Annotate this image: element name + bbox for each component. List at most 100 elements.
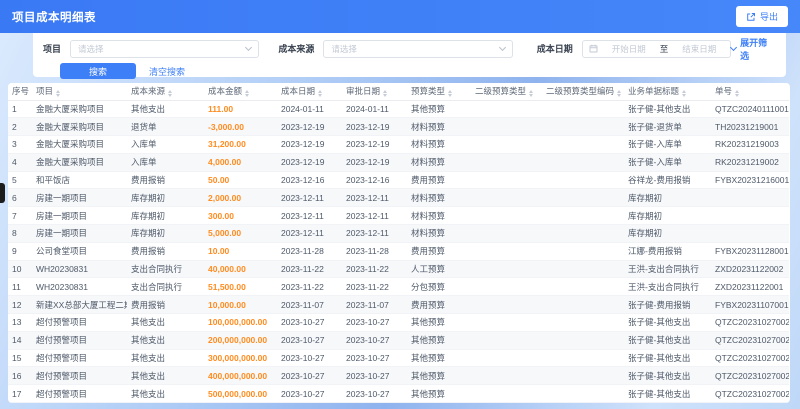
table-cell: 张子健-入库单: [624, 135, 711, 154]
table-cell: 其他预算: [407, 313, 471, 332]
table-cell: 费用报销: [127, 242, 204, 261]
sort-icon[interactable]: [682, 90, 687, 98]
column-label: 单号: [715, 86, 733, 97]
table-cell: 2023-10-27: [277, 349, 342, 368]
table-cell: 2023-12-11: [342, 206, 407, 226]
scrollbar-thumb[interactable]: [0, 183, 5, 203]
cost-source-select[interactable]: 请选择: [323, 39, 513, 58]
table-cell: QTZC20231027002: [711, 384, 789, 403]
sort-icon[interactable]: [318, 90, 323, 98]
table-cell: 5: [8, 171, 32, 190]
table-cell: 4,000.00: [204, 153, 277, 172]
table-cell: 9: [8, 242, 32, 261]
table-cell: FYBX20231216001: [711, 171, 789, 190]
column-label: 成本金额: [208, 86, 243, 97]
sort-icon[interactable]: [448, 90, 453, 98]
table-cell: 张子健-其他支出: [624, 384, 711, 403]
table-cell: [471, 153, 542, 172]
table-cell: 材料预算: [407, 206, 471, 226]
project-select[interactable]: 请选择: [70, 39, 260, 58]
table-cell: 17: [8, 384, 32, 403]
table-cell: 2023-11-22: [277, 277, 342, 297]
export-button[interactable]: 导出: [735, 6, 788, 27]
table-cell: [542, 100, 624, 119]
column-header-5: 审批日期: [342, 83, 407, 101]
table-cell: 其他支出: [127, 100, 204, 119]
table-cell: 房建一期项目: [32, 206, 127, 226]
table-row: 8 房建一期项目 库存期初 5,000.00 2023-12-11 2023-12-11 材…: [8, 224, 789, 243]
table-cell: [542, 384, 624, 403]
table-cell: 张子健-其他支出: [624, 366, 711, 386]
sort-icon[interactable]: [168, 90, 173, 98]
table-cell: 300.00: [204, 206, 277, 226]
table-cell: 2023-12-19: [277, 117, 342, 137]
table-cell: 费用报销: [127, 295, 204, 315]
table-cell: 金融大厦采购项目: [32, 135, 127, 154]
table-cell: 10,000.00: [204, 295, 277, 315]
table-cell: 2023-12-11: [277, 206, 342, 226]
date-range-separator: 至: [659, 43, 669, 54]
table-cell: [542, 171, 624, 190]
table-cell: 16: [8, 366, 32, 386]
project-filter-label: 项目: [43, 44, 62, 54]
table-cell: 2023-12-19: [342, 135, 407, 154]
clear-search-link[interactable]: 清空搜索: [149, 65, 185, 78]
sort-icon[interactable]: [735, 90, 740, 98]
sort-icon[interactable]: [56, 90, 61, 98]
chevron-down-icon: [245, 43, 253, 51]
end-date-input[interactable]: 结束日期: [674, 43, 724, 55]
table-cell: 300,000,000.00: [204, 349, 277, 368]
table-cell: 10: [8, 260, 32, 279]
table-cell: 张子健-费用报销: [624, 295, 711, 315]
table-cell: 3: [8, 135, 32, 154]
expand-filter-link[interactable]: 展开筛选: [730, 36, 776, 62]
start-date-input[interactable]: 开始日期: [604, 43, 654, 55]
table-cell: 其他支出: [127, 349, 204, 368]
column-header-9: 业务单据标题: [624, 83, 711, 101]
table-cell: [471, 260, 542, 279]
table-row: 11 WH20230831 支出合同执行 51,500.00 2023-11-22 202…: [8, 277, 789, 297]
column-label: 成本日期: [281, 86, 316, 97]
table-row: 13 超付预警项目 其他支出 100,000,000.00 2023-10-27 2023…: [8, 313, 789, 332]
table-row: 14 超付预警项目 其他支出 200,000,000.00 2023-10-27 2023…: [8, 331, 789, 350]
table-cell: 8: [8, 224, 32, 243]
search-button[interactable]: 搜索: [60, 63, 136, 79]
table-row: 16 超付预警项目 其他支出 400,000,000.00 2023-10-27 2023…: [8, 366, 789, 386]
table-cell: 111.00: [204, 100, 277, 119]
table-cell: 2023-10-27: [277, 331, 342, 350]
table-cell: 13: [8, 313, 32, 332]
table-cell: [471, 384, 542, 403]
table-cell: 支出合同执行: [127, 260, 204, 279]
table-cell: 6: [8, 188, 32, 208]
cost-date-range-picker[interactable]: 开始日期 至 结束日期: [581, 39, 732, 58]
table-cell: 1: [8, 100, 32, 119]
table-body: 1 金融大厦采购项目 其他支出 111.00 2024-01-11 2024-01-11 其…: [8, 100, 789, 403]
table-cell: 2023-12-19: [342, 153, 407, 172]
table-cell: 材料预算: [407, 153, 471, 172]
table-cell: 超付预警项目: [32, 384, 127, 403]
table-cell: ZXD20231122002: [711, 260, 789, 279]
table-cell: 超付预警项目: [32, 331, 127, 350]
sort-icon[interactable]: [383, 90, 388, 98]
table-cell: 2024-01-11: [342, 100, 407, 119]
table-cell: 费用预算: [407, 295, 471, 315]
table-cell: 张子健-其他支出: [624, 349, 711, 368]
table-cell: 其他预算: [407, 384, 471, 403]
table-cell: 库存期初: [624, 188, 711, 208]
table-cell: 入库单: [127, 153, 204, 172]
table-cell: 2023-12-19: [277, 135, 342, 154]
sort-icon[interactable]: [617, 90, 622, 98]
table-cell: [471, 313, 542, 332]
chevron-down-icon: [730, 43, 738, 51]
table-cell: 材料预算: [407, 224, 471, 243]
table-cell: [542, 366, 624, 386]
sort-icon[interactable]: [529, 90, 534, 98]
table-cell: [542, 153, 624, 172]
table-cell: 2023-11-28: [277, 242, 342, 261]
table-cell: [471, 349, 542, 368]
table-cell: [542, 242, 624, 261]
sort-icon[interactable]: [245, 90, 250, 98]
table-cell: 2: [8, 117, 32, 137]
table-cell: 4: [8, 153, 32, 172]
table-row: 5 和平饭店 费用报销 50.00 2023-12-16 2023-12-16 费用预算 谷祥…: [8, 171, 789, 190]
